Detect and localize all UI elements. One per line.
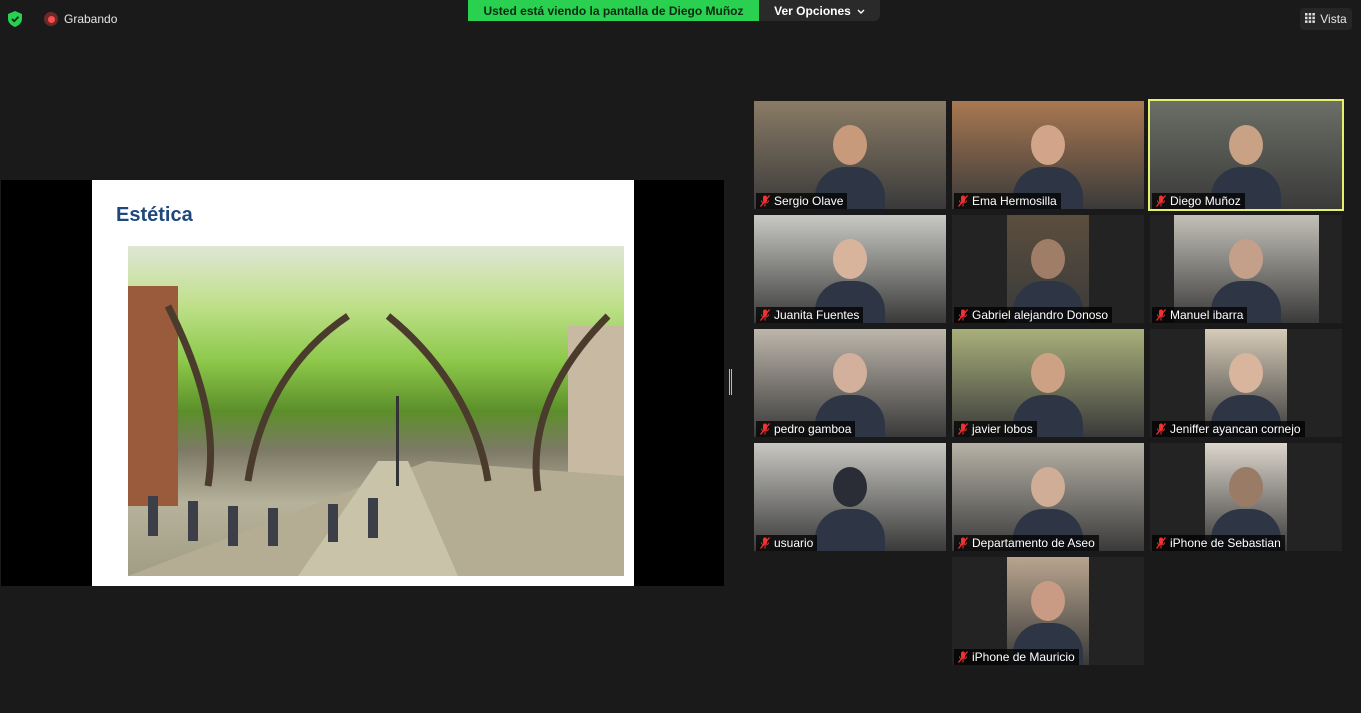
participant-name: pedro gamboa xyxy=(774,422,852,436)
view-label: Vista xyxy=(1320,12,1347,26)
participant-face xyxy=(1031,239,1065,279)
slide-title: Estética xyxy=(116,204,193,226)
participant-face xyxy=(1031,353,1065,393)
participant-face xyxy=(1031,581,1065,621)
participant-name: Ema Hermosilla xyxy=(972,194,1057,208)
participant-tile[interactable]: usuario xyxy=(754,443,946,551)
muted-mic-icon xyxy=(957,309,969,321)
participant-tile[interactable]: iPhone de Mauricio xyxy=(952,557,1144,665)
participant-name: Sergio Olave xyxy=(774,194,844,208)
participant-name: Diego Muñoz xyxy=(1170,194,1241,208)
muted-mic-icon xyxy=(1155,195,1167,207)
participant-body xyxy=(815,509,885,551)
screen-share-banner: Usted está viendo la pantalla de Diego M… xyxy=(468,0,759,21)
participant-name-label: usuario xyxy=(756,535,818,551)
participant-name: Departamento de Aseo xyxy=(972,536,1095,550)
participant-name: Gabriel alejandro Donoso xyxy=(972,308,1109,322)
participant-name-label: iPhone de Mauricio xyxy=(954,649,1079,665)
muted-mic-icon xyxy=(759,537,771,549)
participant-name-label: Diego Muñoz xyxy=(1152,193,1245,209)
muted-mic-icon xyxy=(759,195,771,207)
participant-name: Manuel ibarra xyxy=(1170,308,1244,322)
shared-screen[interactable]: Estética xyxy=(1,180,724,586)
participant-tile[interactable]: Juanita Fuentes xyxy=(754,215,946,323)
presentation-slide: Estética xyxy=(92,180,634,586)
participant-tile[interactable]: pedro gamboa xyxy=(754,329,946,437)
options-label: Ver Opciones xyxy=(774,3,851,18)
participant-name-label: Jeniffer ayancan cornejo xyxy=(1152,421,1305,437)
grid-icon xyxy=(1305,12,1316,26)
muted-mic-icon xyxy=(759,423,771,435)
participant-name: usuario xyxy=(774,536,814,550)
muted-mic-icon xyxy=(957,651,969,663)
participant-tile[interactable]: Manuel ibarra xyxy=(1150,215,1342,323)
slide-photo xyxy=(128,246,624,576)
participant-name-label: pedro gamboa xyxy=(756,421,856,437)
participant-tile[interactable]: Diego Muñoz xyxy=(1148,99,1344,211)
participant-tile[interactable]: Jeniffer ayancan cornejo xyxy=(1150,329,1342,437)
muted-mic-icon xyxy=(957,423,969,435)
participant-tile[interactable]: Gabriel alejandro Donoso xyxy=(952,215,1144,323)
muted-mic-icon xyxy=(759,309,771,321)
participant-tile[interactable]: Departamento de Aseo xyxy=(952,443,1144,551)
participant-face xyxy=(833,239,867,279)
recording-indicator[interactable]: Grabando xyxy=(44,12,117,26)
top-left-status: Grabando xyxy=(6,9,117,29)
participant-face xyxy=(1031,125,1065,165)
muted-mic-icon xyxy=(1155,423,1167,435)
chevron-down-icon xyxy=(857,4,865,18)
recording-label: Grabando xyxy=(64,12,118,26)
participant-name-label: Manuel ibarra xyxy=(1152,307,1248,323)
muted-mic-icon xyxy=(957,537,969,549)
muted-mic-icon xyxy=(1155,537,1167,549)
participant-name-label: Juanita Fuentes xyxy=(756,307,864,323)
participant-tile[interactable]: Sergio Olave xyxy=(754,101,946,209)
participant-name-label: Gabriel alejandro Donoso xyxy=(954,307,1113,323)
participant-face xyxy=(1229,239,1263,279)
participant-name-label: iPhone de Sebastian xyxy=(1152,535,1285,551)
participant-face xyxy=(1031,467,1065,507)
panel-resize-handle[interactable] xyxy=(729,369,732,395)
shield-icon[interactable] xyxy=(6,9,24,29)
participant-name-label: Departamento de Aseo xyxy=(954,535,1099,551)
participant-name-label: javier lobos xyxy=(954,421,1037,437)
participant-name: iPhone de Mauricio xyxy=(972,650,1075,664)
view-options-button[interactable]: Ver Opciones xyxy=(759,0,880,21)
participant-tile[interactable]: javier lobos xyxy=(952,329,1144,437)
participant-tile[interactable]: Ema Hermosilla xyxy=(952,101,1144,209)
participant-name: javier lobos xyxy=(972,422,1033,436)
record-icon xyxy=(44,12,58,26)
participant-face xyxy=(1229,353,1263,393)
participant-face xyxy=(833,353,867,393)
view-button[interactable]: Vista xyxy=(1300,8,1352,30)
muted-mic-icon xyxy=(957,195,969,207)
participant-tile[interactable]: iPhone de Sebastian xyxy=(1150,443,1342,551)
participant-face xyxy=(833,467,867,507)
participant-name-label: Ema Hermosilla xyxy=(954,193,1061,209)
participant-name-label: Sergio Olave xyxy=(756,193,848,209)
muted-mic-icon xyxy=(1155,309,1167,321)
participant-name: Juanita Fuentes xyxy=(774,308,860,322)
participant-name: iPhone de Sebastian xyxy=(1170,536,1281,550)
participant-name: Jeniffer ayancan cornejo xyxy=(1170,422,1301,436)
participant-face xyxy=(1229,125,1263,165)
participant-face xyxy=(833,125,867,165)
banner-text: Usted está viendo la pantalla de Diego M… xyxy=(483,3,744,18)
participant-face xyxy=(1229,467,1263,507)
